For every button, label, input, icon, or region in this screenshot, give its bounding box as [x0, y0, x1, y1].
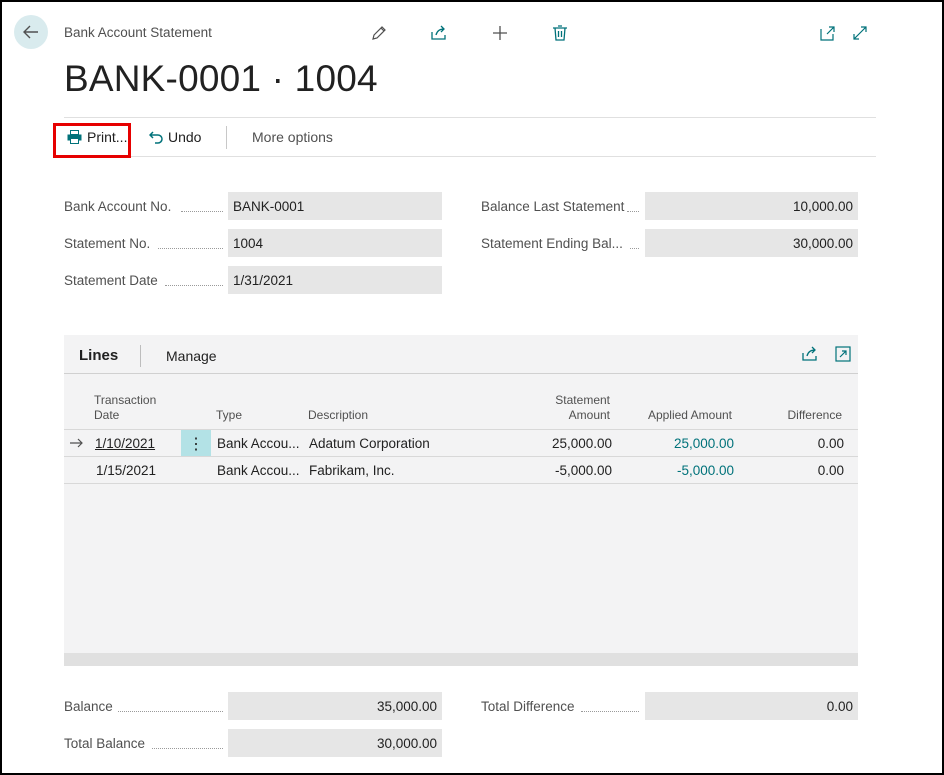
- more-options-button[interactable]: More options: [252, 129, 333, 145]
- dot-leader: [581, 711, 639, 712]
- lines-manage-button[interactable]: Manage: [166, 348, 217, 364]
- col-applied-amount[interactable]: Applied Amount: [624, 408, 732, 423]
- total-difference-label: Total Difference: [481, 699, 575, 714]
- page-title: BANK-0001 · 1004: [64, 58, 378, 99]
- expand-button[interactable]: [849, 22, 871, 44]
- row-menu-icon: ⋮: [188, 435, 204, 453]
- print-highlight-box: [53, 123, 131, 158]
- dot-leader: [630, 248, 639, 249]
- dot-leader: [152, 748, 223, 749]
- back-arrow-icon: [23, 25, 38, 39]
- col-type[interactable]: Type: [216, 408, 242, 423]
- col-difference[interactable]: Difference: [754, 408, 842, 423]
- back-button[interactable]: [14, 15, 48, 49]
- statement-date-label: Statement Date: [64, 273, 158, 288]
- col-description[interactable]: Description: [308, 408, 368, 423]
- total-balance-field[interactable]: 30,000.00: [228, 729, 442, 757]
- expand-icon: [853, 26, 867, 40]
- dot-leader: [181, 211, 223, 212]
- grid-line: [64, 456, 858, 457]
- row-statement-amount[interactable]: 25,000.00: [504, 436, 612, 451]
- dot-leader: [118, 711, 223, 712]
- col-transaction-date[interactable]: Transaction Date: [94, 393, 156, 423]
- row-description[interactable]: Fabrikam, Inc.: [309, 463, 395, 478]
- share-icon: [802, 346, 817, 361]
- edit-pencil-icon: [372, 26, 386, 40]
- bank-account-no-label: Bank Account No.: [64, 199, 172, 214]
- total-difference-field[interactable]: 0.00: [645, 692, 858, 720]
- statement-ending-balance-field[interactable]: 30,000.00: [645, 229, 858, 257]
- lines-title[interactable]: Lines: [79, 347, 118, 364]
- row-arrow-icon: [70, 438, 83, 448]
- lines-share-button[interactable]: [802, 346, 819, 365]
- new-button[interactable]: [489, 22, 511, 44]
- undo-label: Undo: [168, 129, 202, 145]
- col-statement-amount-line2: Amount: [568, 408, 610, 422]
- balance-field[interactable]: 35,000.00: [228, 692, 442, 720]
- row-applied-amount[interactable]: 25,000.00: [624, 436, 734, 451]
- action-bar: Print... Undo More options: [64, 117, 876, 157]
- open-new-window-button[interactable]: [817, 22, 839, 44]
- share-icon: [431, 25, 446, 40]
- row-description[interactable]: Adatum Corporation: [309, 436, 430, 451]
- statement-ending-balance-label: Statement Ending Bal...: [481, 236, 623, 251]
- row-menu-button[interactable]: ⋮: [181, 430, 211, 457]
- dot-leader: [627, 211, 639, 212]
- row-type[interactable]: Bank Accou...: [217, 436, 300, 451]
- col-transaction-date-line1: Transaction: [94, 393, 157, 407]
- balance-last-statement-label: Balance Last Statement: [481, 199, 625, 214]
- col-statement-amount[interactable]: Statement Amount: [534, 393, 610, 423]
- horizontal-scrollbar[interactable]: [64, 653, 858, 666]
- undo-icon: [149, 130, 163, 144]
- total-balance-label: Total Balance: [64, 736, 146, 751]
- open-new-window-icon: [820, 26, 835, 41]
- bank-account-no-field[interactable]: BANK-0001: [228, 192, 442, 220]
- more-options-label: More options: [252, 129, 333, 145]
- share-button[interactable]: [428, 22, 450, 44]
- row-difference[interactable]: 0.00: [754, 436, 844, 451]
- balance-last-statement-field[interactable]: 10,000.00: [645, 192, 858, 220]
- row-date[interactable]: 1/15/2021: [96, 463, 156, 478]
- undo-button[interactable]: Undo: [149, 129, 201, 145]
- lines-separator: [140, 345, 141, 367]
- statement-no-field[interactable]: 1004: [228, 229, 442, 257]
- col-transaction-date-line2: Date: [94, 408, 120, 422]
- row-applied-amount[interactable]: -5,000.00: [624, 463, 734, 478]
- dot-leader: [165, 285, 223, 286]
- add-plus-icon: [493, 26, 507, 40]
- delete-button[interactable]: [549, 22, 571, 44]
- dot-leader: [158, 248, 223, 249]
- breadcrumb: Bank Account Statement: [64, 25, 212, 40]
- delete-trash-icon: [553, 25, 567, 41]
- grid-line: [64, 483, 858, 484]
- balance-label: Balance: [64, 699, 113, 714]
- action-separator: [226, 126, 227, 149]
- lines-header: Lines Manage: [64, 335, 858, 374]
- statement-no-label: Statement No.: [64, 236, 151, 251]
- col-statement-amount-line1: Statement: [555, 393, 610, 407]
- row-statement-amount[interactable]: -5,000.00: [504, 463, 612, 478]
- row-date[interactable]: 1/10/2021: [95, 436, 155, 451]
- row-difference[interactable]: 0.00: [754, 463, 844, 478]
- edit-button[interactable]: [368, 22, 390, 44]
- row-type[interactable]: Bank Accou...: [217, 463, 300, 478]
- expand-icon: [835, 346, 851, 362]
- lines-part: Lines Manage Transaction Date Type Descr…: [64, 335, 858, 666]
- statement-date-field[interactable]: 1/31/2021: [228, 266, 442, 294]
- lines-expand-button[interactable]: [835, 346, 851, 365]
